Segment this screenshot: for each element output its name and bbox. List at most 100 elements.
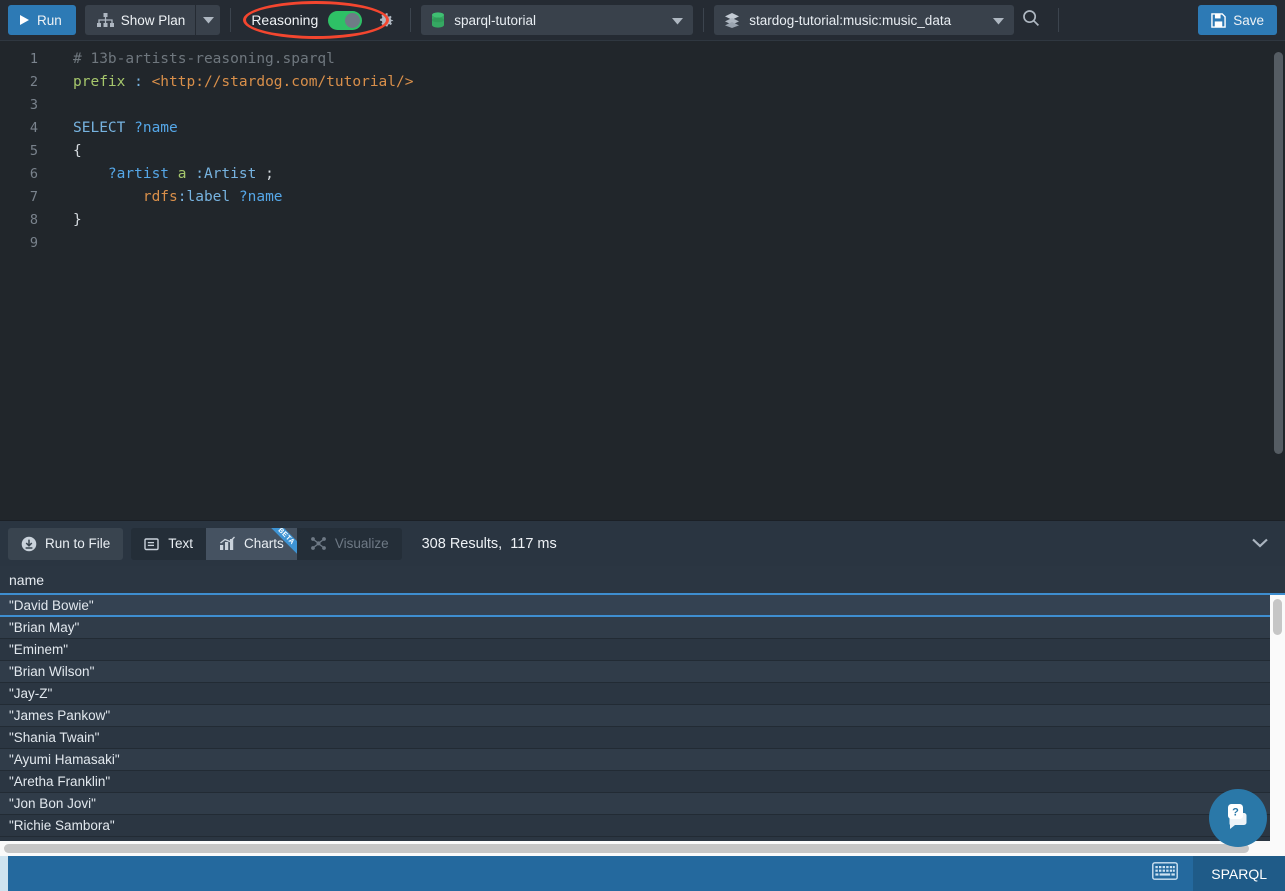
database-selector[interactable]: sparql-tutorial [421,5,693,35]
table-cell-name: "Jon Bon Jovi" [9,796,96,811]
line-number: 7 [0,186,50,209]
table-cell-name: "Shania Twain" [9,730,99,745]
code-line: 8} [0,209,1285,232]
download-circle-icon [21,536,37,552]
graph-selector[interactable]: stardog-tutorial:music:music_data [714,5,1014,35]
table-row[interactable]: "Aretha Franklin" [0,771,1285,793]
line-number: 6 [0,163,50,186]
show-plan-dropdown-button[interactable] [196,5,220,35]
code-token: <http://stardog.com/tutorial/> [152,74,414,90]
tab-charts[interactable]: Charts BETA [206,528,297,560]
show-plan-label: Show Plan [121,13,186,28]
code-line-text: { [50,140,82,163]
keyboard-icon [1152,862,1178,885]
code-token: SELECT [73,120,134,136]
code-token: ?name [134,120,178,136]
run-button[interactable]: Run [8,5,76,35]
table-cell-name: "Brian Wilson" [9,664,94,679]
code-line-text: SELECT ?name [50,117,178,140]
run-button-label: Run [37,13,62,28]
tab-visualize[interactable]: Visualize [297,528,402,560]
chevron-down-icon [1252,535,1268,553]
svg-text:?: ? [1232,806,1239,818]
sparql-mode-label: SPARQL [1211,866,1267,882]
results-view-tabs: Text Charts BETA [131,528,401,560]
layers-icon [724,12,740,28]
editor-vertical-scrollbar[interactable] [1274,52,1283,454]
code-line-text: prefix : <http://stardog.com/tutorial/> [50,71,413,94]
sparql-mode-tab[interactable]: SPARQL [1193,856,1285,891]
table-row[interactable]: "Brian May" [0,617,1285,639]
code-line: 6 ?artist a :Artist ; [0,163,1285,186]
code-line-text: rdfs:label ?name [50,186,283,209]
query-editor[interactable]: 1# 13b-artists-reasoning.sparql2prefix :… [0,40,1285,520]
table-cell-name: "Eminem" [9,642,68,657]
database-icon [431,12,445,28]
chevron-down-icon [979,13,1004,28]
results-table-header: name [0,566,1285,595]
table-cell-name: "Ayumi Hamasaki" [9,752,120,767]
play-icon [19,14,30,26]
line-number: 4 [0,117,50,140]
toolbar-divider-4 [1058,8,1059,32]
code-line: 4SELECT ?name [0,117,1285,140]
line-number: 2 [0,71,50,94]
code-token: ?name [230,189,282,205]
run-to-file-button[interactable]: Run to File [8,528,123,560]
column-header-name: name [9,572,44,588]
graph-name: stardog-tutorial:music:music_data [749,13,951,28]
line-number: 5 [0,140,50,163]
code-token: prefix [73,74,134,90]
chevron-down-icon [203,11,214,29]
tab-visualize-label: Visualize [335,536,389,551]
code-line-text: ?artist a :Artist ; [50,163,274,186]
code-token: { [73,143,82,159]
chevron-down-icon [658,13,683,28]
graph-nodes-icon [310,536,327,551]
table-row[interactable]: "Brian Wilson" [0,661,1285,683]
reasoning-control[interactable]: Reasoning [241,5,372,35]
results-vertical-scrollbar[interactable] [1270,595,1285,841]
line-number: 8 [0,209,50,232]
results-toolbar: Run to File Text [0,520,1285,566]
table-row[interactable]: "James Pankow" [0,705,1285,727]
code-line-text: # 13b-artists-reasoning.sparql [50,48,335,71]
code-line: 2prefix : <http://stardog.com/tutorial/> [0,71,1285,94]
code-token: } [73,212,82,228]
collapse-results-button[interactable] [1243,528,1277,560]
table-row[interactable]: "David Bowie" [0,595,1285,617]
table-row[interactable]: "Ayumi Hamasaki" [0,749,1285,771]
floppy-disk-icon [1211,13,1226,28]
code-token: ?artist [73,166,169,182]
results-horizontal-scrollbar[interactable] [0,841,1285,856]
line-number: 1 [0,48,50,71]
tab-text[interactable]: Text [131,528,206,560]
keyboard-shortcuts-button[interactable] [1137,856,1193,891]
results-rows: "David Bowie""Brian May" "Eminem" "Brian W… [0,595,1285,837]
code-line: 5{ [0,140,1285,163]
code-token: :Artist [195,166,256,182]
line-number: 9 [0,232,50,255]
toolbar-divider-1 [230,8,231,32]
search-button[interactable] [1014,5,1048,35]
reasoning-toggle[interactable] [328,11,362,30]
results-table: name "David Bowie""Brian May" "Eminem" "Br… [0,566,1285,841]
table-row[interactable]: "Shania Twain" [0,727,1285,749]
gear-icon[interactable] [372,6,400,34]
document-icon [144,537,160,551]
code-content[interactable]: 1# 13b-artists-reasoning.sparql2prefix :… [0,41,1285,255]
table-row[interactable]: "Jay-Z" [0,683,1285,705]
code-line: 9 [0,232,1285,255]
results-count: 308 Results, 117 ms [422,536,557,552]
tab-charts-label: Charts [244,536,284,551]
help-widget-button[interactable]: ? [1209,789,1267,847]
search-icon [1022,9,1040,32]
show-plan-button[interactable]: Show Plan [85,5,196,35]
tab-text-label: Text [168,536,193,551]
code-line: 7 rdfs:label ?name [0,186,1285,209]
code-token: # 13b-artists-reasoning.sparql [73,51,335,67]
table-row[interactable]: "Jon Bon Jovi" [0,793,1285,815]
table-row[interactable]: "Richie Sambora" [0,815,1285,837]
save-button[interactable]: Save [1198,5,1277,35]
table-row[interactable]: "Eminem" [0,639,1285,661]
